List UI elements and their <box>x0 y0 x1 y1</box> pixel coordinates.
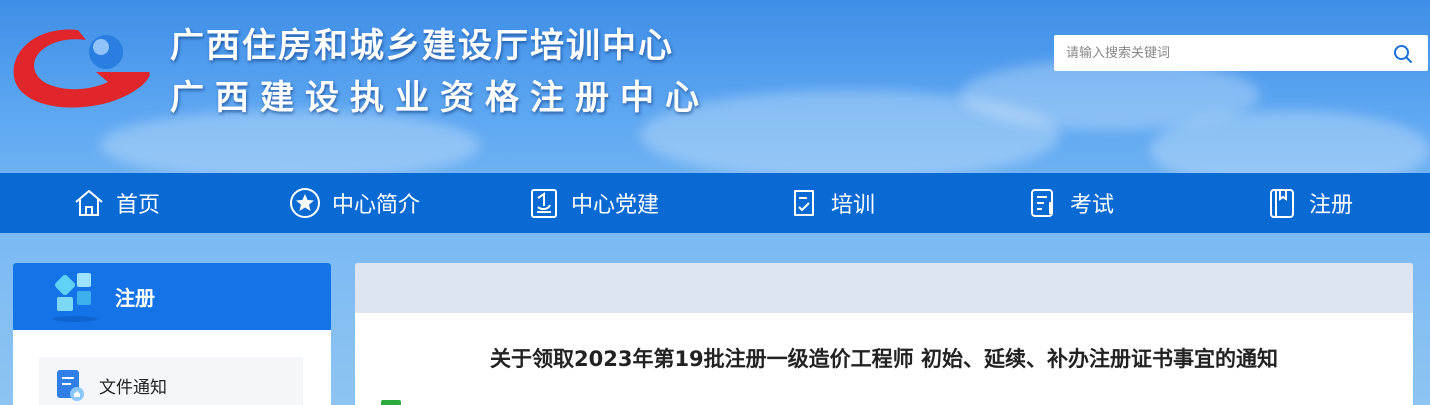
search-icon[interactable] <box>1392 43 1414 65</box>
sidebar: 注册 文件通知 <box>13 263 331 405</box>
nav-item-label: 中心党建 <box>571 193 660 218</box>
nav-item-label: 培训 <box>831 193 876 218</box>
clipboard-check-icon <box>794 190 814 216</box>
search-input[interactable] <box>1054 35 1374 71</box>
search-box <box>1054 35 1428 71</box>
share-badge <box>381 400 401 405</box>
title-line-2: 广西建设执业资格注册中心 <box>170 78 710 118</box>
title-line-1: 广西住房和城乡建设厅培训中心 <box>170 26 674 66</box>
nav-item-label: 考试 <box>1070 193 1115 218</box>
nav-item-label: 注册 <box>1309 193 1354 218</box>
nav-item-register[interactable]: 注册 <box>1265 173 1353 233</box>
nav-item-home[interactable]: 首页 <box>72 173 160 233</box>
nav-item-exam[interactable]: 考试 <box>1026 173 1114 233</box>
nav-item-training[interactable]: 培训 <box>787 173 875 233</box>
nav-item-label: 首页 <box>116 193 161 218</box>
article-title: 关于领取2023年第19批注册一级造价工程师 初始、延续、补办注册证书事宜的通知 <box>490 347 1278 371</box>
site-title: 广西住房和城乡建设厅培训中心 广西建设执业资格注册中心 <box>170 18 710 119</box>
nav-item-party[interactable]: 中心党建 <box>527 173 659 233</box>
book-bookmark-icon <box>1270 189 1294 218</box>
sidebar-item-label: 文件通知 <box>99 377 167 398</box>
nav-item-label: 中心简介 <box>332 193 421 218</box>
star-circle-icon <box>290 188 320 218</box>
party-document-icon <box>531 189 557 218</box>
home-icon <box>75 190 103 216</box>
sidebar-header: 注册 <box>13 263 331 330</box>
panel-top-bar <box>355 263 1413 313</box>
exam-paper-icon <box>1031 189 1053 217</box>
sidebar-title: 注册 <box>115 286 155 310</box>
content-panel: 关于领取2023年第19批注册一级造价工程师 初始、延续、补办注册证书事宜的通知 <box>355 263 1413 405</box>
g-globe-logo-icon[interactable] <box>8 22 158 117</box>
main-nav: 首页 中心简介 中心党建 培训 考试 注册 <box>0 173 1430 233</box>
nav-item-about[interactable]: 中心简介 <box>288 173 420 233</box>
cubes-icon <box>53 272 97 322</box>
site-header: 广西住房和城乡建设厅培训中心 广西建设执业资格注册中心 <box>0 0 1430 173</box>
document-notice-icon <box>57 370 84 401</box>
sidebar-item-file-notice[interactable]: 文件通知 <box>39 357 303 405</box>
